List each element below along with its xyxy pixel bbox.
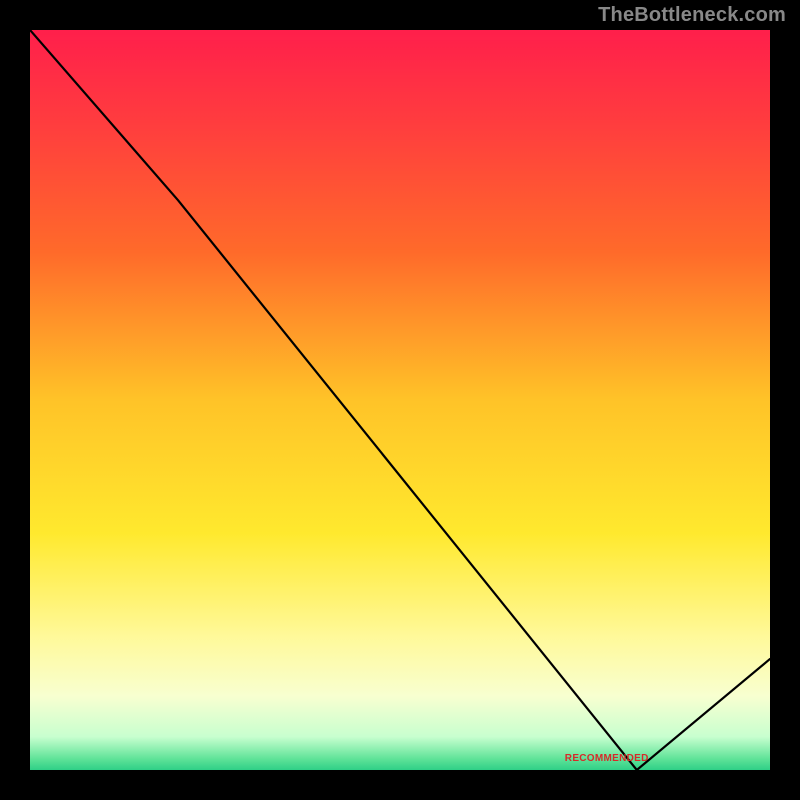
recommended-annotation: RECOMMENDED	[565, 753, 649, 764]
gradient-background	[30, 30, 770, 770]
chart-container: TheBottleneck.com RECOMMENDED	[0, 0, 800, 800]
watermark-text: TheBottleneck.com	[598, 4, 786, 27]
chart-svg	[30, 30, 770, 770]
plot-area: RECOMMENDED	[30, 30, 770, 770]
